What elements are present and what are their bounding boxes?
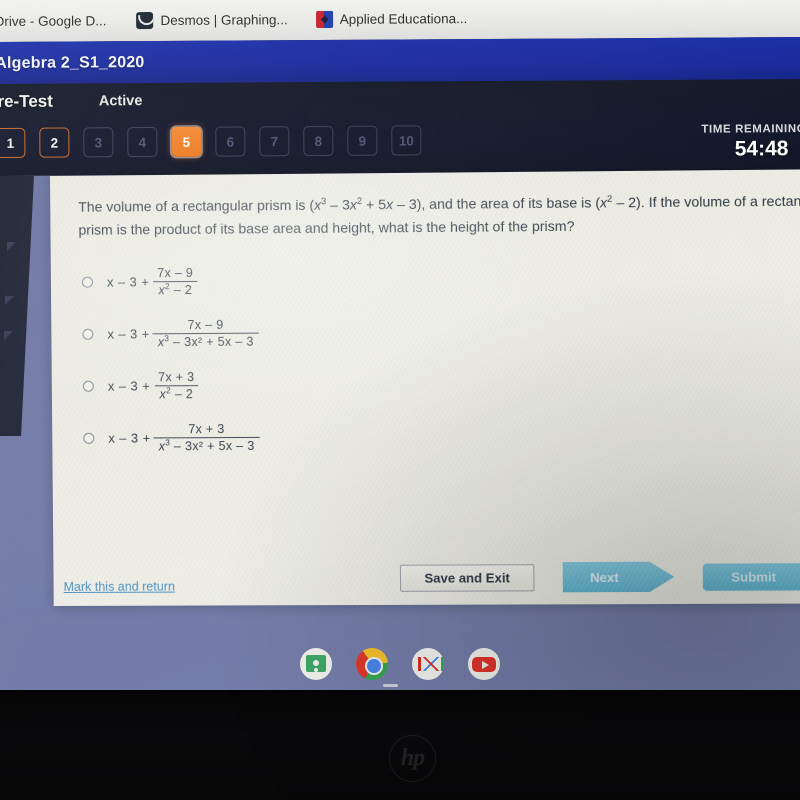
panel-action-bar: Save and Exit Next Submit [399,561,800,593]
fraction-numerator: 7x – 9 [157,265,194,280]
question-button-10[interactable]: 10 [391,125,422,156]
next-button[interactable]: Next [563,562,675,593]
youtube-icon[interactable] [468,648,500,680]
submit-button[interactable]: Submit [702,562,800,591]
fraction-denominator: x2 – 2 [153,280,198,297]
fraction: 7x + 3 x3 – 3x² + 5x – 3 [153,421,260,453]
screen-photo: y Drive - Google D... Desmos | Graphing.… [0,0,800,800]
answer-options: x – 3 + 7x – 9 x2 – 2 x – 3 + 7x – 9 x3 … [79,252,554,464]
chrome-icon[interactable] [356,648,388,680]
taskbar-shelf [0,636,800,692]
timer: TIME REMAINING 54:48 [596,123,800,162]
question-navigator: 1 2 3 4 5 6 7 8 9 10 [0,125,422,158]
fraction-numerator: 7x + 3 [158,369,195,384]
active-app-indicator [383,684,398,687]
gmail-icon[interactable] [412,648,444,680]
option-expression: x – 3 + 7x + 3 x3 – 3x² + 5x – 3 [108,421,260,453]
option-lead: x – 3 + [107,325,150,342]
fraction: 7x – 9 x2 – 2 [152,265,198,297]
radio-icon[interactable] [83,432,95,444]
rail-marker-icon [4,331,13,340]
radio-icon[interactable] [82,380,94,392]
option-expression: x – 3 + 7x – 9 x2 – 2 [107,265,199,297]
question-button-6[interactable]: 6 [215,126,246,157]
assessment-header-row: Pre-Test Active [0,91,142,112]
question-line-1: The volume of a rectangular prism is (x3… [78,192,800,215]
tab-title-drive: y Drive - Google D... [0,12,107,29]
fraction: 7x + 3 x2 – 2 [153,370,200,401]
option-lead: x – 3 + [107,377,151,394]
timer-value: 54:48 [734,137,789,161]
question-line-2: prism is the product of its base area an… [78,217,575,238]
assessment-header: Pre-Test Active 1 2 3 4 5 6 7 8 9 10 TIM… [0,79,800,176]
radio-icon[interactable] [81,276,93,288]
answer-option-2[interactable]: x – 3 + 7x – 9 x3 – 3x² + 5x – 3 [79,304,553,359]
timer-label: TIME REMAINING [701,123,800,136]
section-label: Pre-Test [0,91,53,112]
applied-educational-icon [315,10,333,28]
question-button-8[interactable]: 8 [303,125,334,157]
app-title-bar: _Algebra 2_S1_2020 [0,37,800,85]
browser-tab-applied-educational[interactable]: Applied Educationa... [310,0,474,40]
rail-marker-icon [5,296,14,305]
desmos-icon [136,11,154,29]
hp-logo-icon: hp [389,735,436,782]
rail-marker-icon [7,242,16,251]
fraction-denominator: x2 – 2 [154,384,199,401]
browser-tab-desmos[interactable]: Desmos | Graphing... [130,0,294,41]
option-expression: x – 3 + 7x – 9 x3 – 3x² + 5x – 3 [107,317,259,349]
question-button-3[interactable]: 3 [83,127,114,158]
fraction-numerator: 7x – 9 [187,317,224,332]
tab-title-desmos: Desmos | Graphing... [160,11,288,28]
browser-tab-drive[interactable]: y Drive - Google D... [0,0,113,42]
option-expression: x – 3 + 7x + 3 x2 – 2 [108,370,200,402]
question-button-5[interactable]: 5 [171,126,202,157]
browser-tab-strip: y Drive - Google D... Desmos | Graphing.… [0,0,800,42]
question-panel: The volume of a rectangular prism is (x3… [50,169,800,607]
fraction-numerator: 7x + 3 [188,421,225,436]
question-text: The volume of a rectangular prism is (x3… [78,190,800,242]
google-classroom-icon[interactable] [300,648,332,680]
question-button-1[interactable]: 1 [0,127,26,158]
answer-option-4[interactable]: x – 3 + 7x + 3 x3 – 3x² + 5x – 3 [80,409,554,464]
answer-option-1[interactable]: x – 3 + 7x – 9 x2 – 2 [79,252,553,308]
mark-this-and-return-link[interactable]: Mark this and return [64,580,175,594]
fraction-denominator: x3 – 3x² + 5x – 3 [152,332,259,349]
option-lead: x – 3 + [106,273,150,290]
fraction: 7x – 9 x3 – 3x² + 5x – 3 [152,317,259,349]
option-lead: x – 3 + [108,429,151,446]
question-button-4[interactable]: 4 [127,126,158,158]
question-button-9[interactable]: 9 [347,125,378,156]
tab-title-applied: Applied Educationa... [339,10,468,27]
save-and-exit-button[interactable]: Save and Exit [399,563,535,592]
radio-icon[interactable] [82,328,94,340]
answer-option-3[interactable]: x – 3 + 7x + 3 x2 – 2 [80,357,554,412]
app-title: _Algebra 2_S1_2020 [0,53,145,72]
fraction-denominator: x3 – 3x² + 5x – 3 [153,436,260,453]
question-button-2[interactable]: 2 [39,127,70,158]
status-badge: Active [98,93,143,110]
question-button-7[interactable]: 7 [259,126,290,157]
